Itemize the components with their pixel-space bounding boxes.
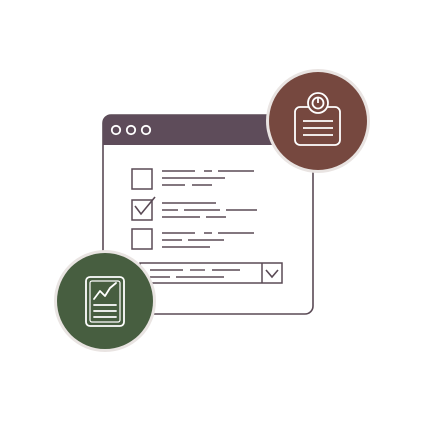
checkbox-checked-icon[interactable] — [131, 199, 153, 221]
badge-circle — [57, 253, 153, 349]
checkbox-empty-icon[interactable] — [131, 168, 153, 190]
chart-report-badge — [54, 250, 156, 352]
checkbox-empty-icon[interactable] — [131, 228, 153, 250]
illustration — [54, 69, 370, 352]
scale-report-badge — [266, 69, 370, 173]
dropdown-field[interactable] — [139, 262, 283, 284]
dropdown-select[interactable] — [139, 262, 283, 284]
